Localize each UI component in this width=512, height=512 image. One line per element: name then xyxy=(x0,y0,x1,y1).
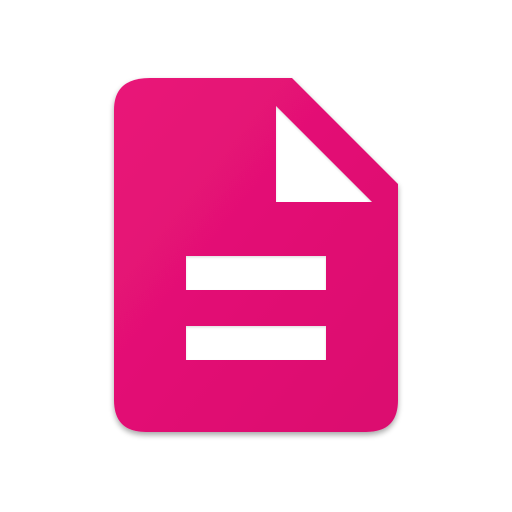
document-body xyxy=(114,78,398,432)
text-line-1 xyxy=(186,256,326,290)
text-line-2 xyxy=(186,326,326,360)
document-icon xyxy=(114,78,398,432)
app-icon xyxy=(0,0,512,512)
